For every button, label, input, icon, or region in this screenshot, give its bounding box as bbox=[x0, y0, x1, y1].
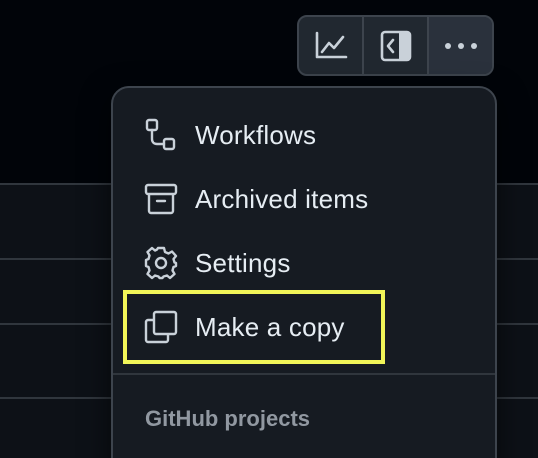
menu-item-workflows[interactable]: Workflows bbox=[143, 110, 316, 160]
workflow-icon bbox=[143, 117, 179, 153]
more-options-menu: Workflows Archived items Settings Make a… bbox=[111, 86, 497, 458]
menu-item-label: Archived items bbox=[195, 183, 369, 214]
page-canvas: Workflows Archived items Settings Make a… bbox=[0, 0, 538, 458]
menu-item-label: Workflows bbox=[195, 119, 317, 150]
menu-divider bbox=[113, 373, 495, 375]
project-toolbar bbox=[297, 15, 494, 76]
gear-icon bbox=[143, 245, 179, 281]
graph-icon bbox=[315, 31, 347, 58]
menu-item-label: Settings bbox=[195, 247, 291, 278]
menu-section-header: GitHub projects bbox=[145, 406, 311, 431]
sidebar-panel-icon bbox=[380, 30, 411, 61]
toggle-side-panel-button[interactable] bbox=[364, 17, 429, 74]
more-options-button[interactable] bbox=[429, 17, 492, 74]
highlight-annotation bbox=[123, 290, 385, 364]
insights-button[interactable] bbox=[299, 17, 364, 74]
kebab-horizontal-icon bbox=[444, 42, 477, 49]
archive-icon bbox=[143, 181, 179, 217]
menu-item-settings[interactable]: Settings bbox=[143, 238, 291, 288]
menu-item-archived-items[interactable]: Archived items bbox=[143, 174, 368, 224]
